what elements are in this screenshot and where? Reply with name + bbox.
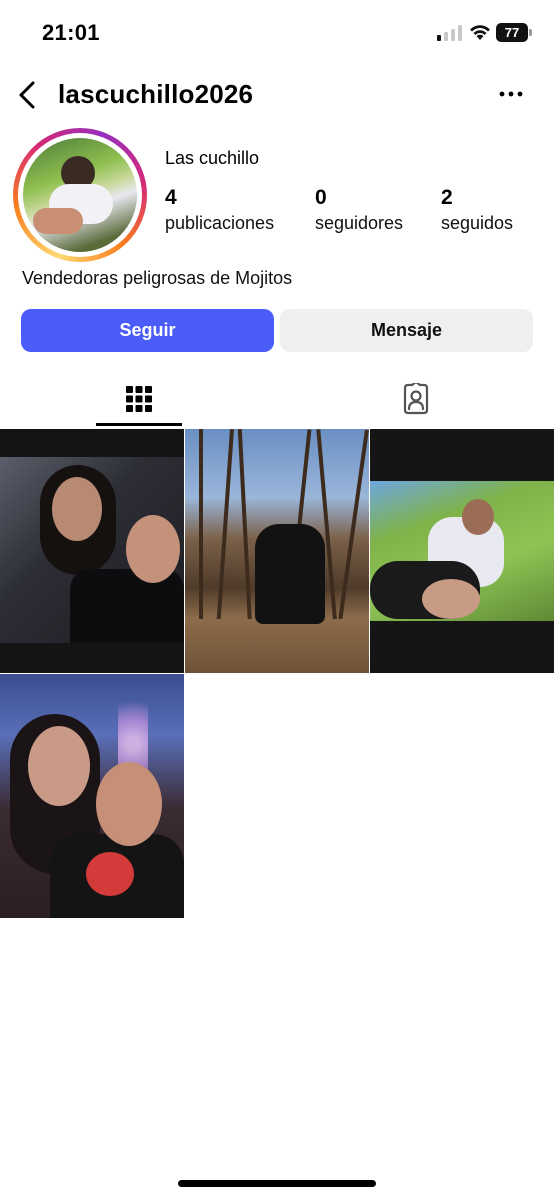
followers-count: 0 <box>315 186 327 209</box>
photo-detail <box>70 569 184 643</box>
chevron-left-icon <box>19 81 35 109</box>
photo-detail <box>28 726 90 806</box>
grid-icon <box>125 386 152 412</box>
profile-bio: Vendedoras peligrosas de Mojitos <box>22 268 293 288</box>
battery-level: 77 <box>496 23 528 42</box>
photo-detail <box>462 499 494 535</box>
post-thumbnail-4[interactable] <box>0 674 184 918</box>
tab-tagged[interactable] <box>277 370 554 428</box>
post-thumbnail-3[interactable] <box>370 429 554 673</box>
more-options-button[interactable] <box>496 82 526 106</box>
posts-stat[interactable]: 4 publicaciones <box>165 185 274 235</box>
profile-username: lascuchillo2026 <box>58 79 254 109</box>
photo-detail <box>422 579 480 619</box>
profile-tabs <box>0 370 554 428</box>
photo-detail <box>255 524 325 624</box>
status-bar: 21:01 77 <box>0 0 554 66</box>
followers-label: seguidores <box>315 213 404 233</box>
post-thumbnail-1[interactable] <box>0 429 184 673</box>
photo-detail <box>96 762 162 846</box>
photo-detail <box>237 429 253 629</box>
post-thumbnail-2[interactable] <box>185 429 369 673</box>
avatar[interactable] <box>13 128 147 262</box>
active-tab-indicator <box>96 423 182 426</box>
message-button[interactable]: Mensaje <box>280 309 533 352</box>
cellular-signal-icon <box>437 25 462 41</box>
followers-stat[interactable]: 0 seguidores <box>315 185 403 235</box>
home-indicator[interactable] <box>178 1180 376 1187</box>
photo-detail <box>199 429 203 629</box>
battery-icon: 77 <box>496 23 532 42</box>
avatar-photo <box>23 138 137 252</box>
photo-detail <box>216 429 234 629</box>
more-horizontal-icon <box>499 91 523 97</box>
tab-posts-grid[interactable] <box>0 370 277 428</box>
follow-button[interactable]: Seguir <box>21 309 274 352</box>
photo-detail <box>52 477 102 541</box>
photo-detail <box>126 515 180 583</box>
photo-detail <box>86 852 134 896</box>
following-stat[interactable]: 2 seguidos <box>441 185 513 235</box>
avatar-border <box>18 133 142 257</box>
photo-detail <box>185 619 369 673</box>
battery-cap <box>529 29 532 36</box>
posts-label: publicaciones <box>165 213 275 233</box>
profile-screen: 21:01 77 lascuchillo2026 Las cuchillo 4 … <box>0 0 554 1200</box>
following-count: 2 <box>441 186 453 209</box>
status-time: 21:01 <box>42 20 100 45</box>
display-name: Las cuchillo <box>165 148 260 168</box>
tagged-person-icon <box>403 383 428 415</box>
back-button[interactable] <box>12 78 42 112</box>
posts-count: 4 <box>165 186 177 209</box>
avatar-photo-detail <box>33 208 83 234</box>
following-label: seguidos <box>441 213 514 233</box>
photo-detail <box>337 429 369 629</box>
wifi-icon <box>470 25 490 40</box>
